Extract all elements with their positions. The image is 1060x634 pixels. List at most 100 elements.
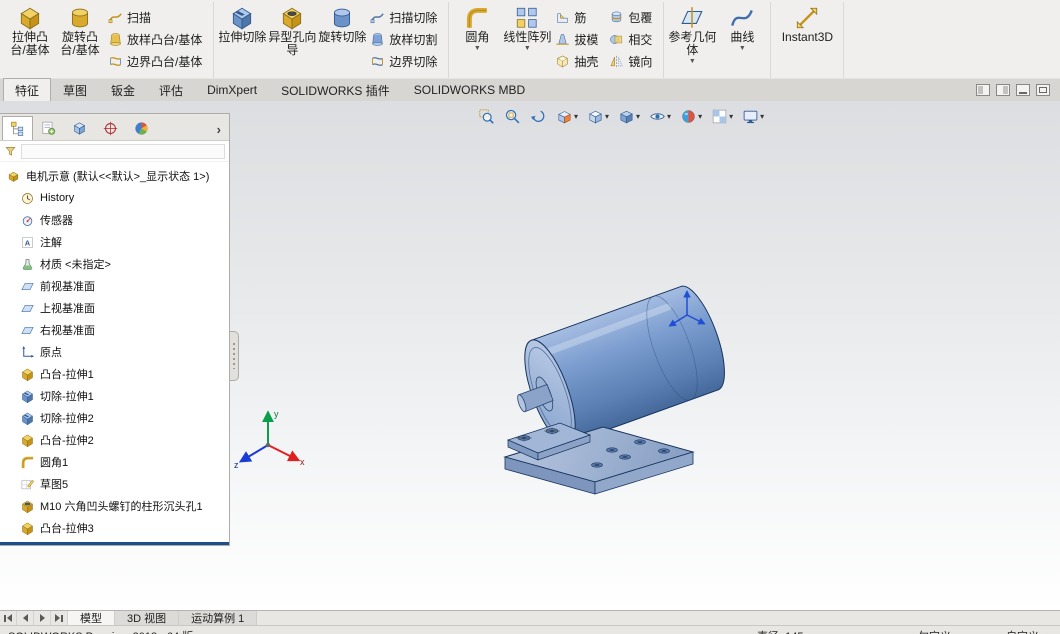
part-icon bbox=[6, 169, 21, 184]
loft-cut-button[interactable]: 放样切割 bbox=[367, 28, 445, 50]
feature-tree-item[interactable]: 凸台-拉伸1 bbox=[0, 363, 229, 385]
feature-tree-item[interactable]: 切除-拉伸1 bbox=[0, 385, 229, 407]
rollback-bar[interactable] bbox=[0, 542, 229, 545]
feature-tree-item[interactable]: 电机示意 (默认<<默认>_显示状态 1>) bbox=[0, 165, 229, 187]
feature-tree-item[interactable]: 原点 bbox=[0, 341, 229, 363]
pane-left-button[interactable] bbox=[976, 84, 990, 96]
motor-base[interactable] bbox=[503, 422, 695, 495]
button-label: Instant3D bbox=[781, 30, 834, 44]
dropdown-arrow-icon[interactable]: ▼ bbox=[474, 45, 481, 53]
boundary-cut-button[interactable]: 边界切除 bbox=[367, 50, 445, 72]
ribbon-tab-4[interactable]: 评估 bbox=[147, 78, 195, 101]
sweep-button[interactable]: 扫描 bbox=[105, 6, 210, 28]
sweep-cut-button[interactable]: 扫描切除 bbox=[367, 6, 445, 28]
feature-tree-item[interactable]: 材质 <未指定> bbox=[0, 253, 229, 275]
display-style-button[interactable]: ▾ bbox=[618, 108, 640, 125]
restore-button[interactable] bbox=[1036, 84, 1050, 96]
feature-tree-item[interactable]: 右视基准面 bbox=[0, 319, 229, 341]
dropdown-arrow-icon[interactable]: ▾ bbox=[605, 112, 609, 121]
ribbon-tab-6[interactable]: SOLIDWORKS 插件 bbox=[269, 78, 402, 101]
shell-button[interactable]: 抽壳 bbox=[552, 50, 606, 72]
display-manager-tab[interactable] bbox=[126, 116, 157, 140]
document-tab-3[interactable]: 运动算例 1 bbox=[179, 611, 258, 625]
revolve-boss-button[interactable]: 旋转凸台/基体 bbox=[55, 3, 105, 77]
document-tab-2[interactable]: 3D 视图 bbox=[115, 611, 180, 625]
panel-flyout-button[interactable]: › bbox=[211, 122, 227, 140]
configuration-manager-tab[interactable] bbox=[64, 116, 95, 140]
minimize-button[interactable] bbox=[1016, 84, 1030, 96]
dimxpert-manager-tab[interactable] bbox=[95, 116, 126, 140]
dropdown-arrow-icon[interactable]: ▾ bbox=[574, 112, 578, 121]
boundary-button[interactable]: 边界凸台/基体 bbox=[105, 50, 210, 72]
linear-pattern-button[interactable]: 线性阵列 ▼ bbox=[502, 3, 552, 77]
pane-right-button[interactable] bbox=[996, 84, 1010, 96]
view-orientation-icon bbox=[587, 108, 604, 125]
intersect-button[interactable]: 相交 bbox=[606, 28, 660, 50]
fm-tree-tab[interactable] bbox=[2, 116, 33, 140]
view-settings-button[interactable]: ▾ bbox=[742, 108, 764, 125]
dropdown-arrow-icon[interactable]: ▼ bbox=[689, 58, 696, 66]
fillet-button[interactable]: 圆角 ▼ bbox=[452, 3, 502, 77]
view-orientation-button[interactable]: ▾ bbox=[587, 108, 609, 125]
ribbon-tab-5[interactable]: DimXpert bbox=[195, 78, 269, 101]
ribbon-tab-2[interactable]: 草图 bbox=[51, 78, 99, 101]
button-label: 异型孔向导 bbox=[268, 30, 317, 57]
instant3d-button[interactable]: Instant3D bbox=[774, 3, 840, 77]
sheet-nav-prev-button[interactable] bbox=[17, 611, 34, 625]
previous-view-button[interactable] bbox=[530, 108, 547, 125]
zoom-area-button[interactable] bbox=[504, 108, 521, 125]
dropdown-arrow-icon[interactable]: ▾ bbox=[729, 112, 733, 121]
feature-tree-item[interactable]: M10 六角凹头螺钉的柱形沉头孔1 bbox=[0, 495, 229, 517]
document-tab-1[interactable]: 模型 bbox=[68, 611, 115, 625]
status-custom-toolbar[interactable]: 自定义 ▲ bbox=[1006, 628, 1050, 634]
apply-scene-button[interactable]: ▾ bbox=[711, 108, 733, 125]
property-manager-tab[interactable] bbox=[33, 116, 64, 140]
feature-tree-item[interactable]: 上视基准面 bbox=[0, 297, 229, 319]
appearance-button[interactable]: ▾ bbox=[680, 108, 702, 125]
cut-extrude-button[interactable]: 拉伸切除 bbox=[217, 3, 267, 77]
ribbon-tab-1[interactable]: 特征 bbox=[3, 78, 52, 101]
rib-button[interactable]: 筋 bbox=[552, 6, 606, 28]
panel-splitter[interactable] bbox=[230, 331, 239, 381]
feature-tree-item[interactable]: 草图5 bbox=[0, 473, 229, 495]
feature-tree-item[interactable]: 切除-拉伸2 bbox=[0, 407, 229, 429]
feature-tree-item[interactable]: 前视基准面 bbox=[0, 275, 229, 297]
wrap-button[interactable]: 包覆 bbox=[606, 6, 660, 28]
boss-extrude-button[interactable]: 拉伸凸台/基体 bbox=[5, 3, 55, 77]
revolve-cut-button[interactable]: 旋转切除 bbox=[317, 3, 367, 77]
dropdown-arrow-icon[interactable]: ▾ bbox=[760, 112, 764, 121]
plane-icon bbox=[20, 323, 35, 338]
feature-tree-item[interactable]: 传感器 bbox=[0, 209, 229, 231]
manager-tab-bar: › bbox=[0, 114, 229, 141]
ribbon-tab-3[interactable]: 钣金 bbox=[99, 78, 147, 101]
mirror-button[interactable]: 镜向 bbox=[606, 50, 660, 72]
reference-geometry-button[interactable]: 参考几何体 ▼ bbox=[667, 3, 717, 77]
feature-tree-item[interactable]: 圆角1 bbox=[0, 451, 229, 473]
dropdown-arrow-icon[interactable]: ▼ bbox=[524, 45, 531, 53]
sheet-nav-next-button[interactable] bbox=[34, 611, 51, 625]
zoom-fit-button[interactable] bbox=[478, 108, 495, 125]
motor-part[interactable] bbox=[503, 285, 725, 495]
dropdown-arrow-icon[interactable]: ▾ bbox=[667, 112, 671, 121]
curve-button[interactable]: 曲线 ▼ bbox=[717, 3, 767, 77]
ribbon-tab-7[interactable]: SOLIDWORKS MBD bbox=[402, 78, 537, 101]
hide-show-button[interactable]: ▾ bbox=[649, 108, 671, 125]
button-label: 参考几何体 bbox=[668, 30, 717, 57]
feature-tree-item[interactable]: History bbox=[0, 187, 229, 209]
sheet-nav-first-button[interactable] bbox=[0, 611, 17, 625]
feature-tree-item[interactable]: 凸台-拉伸3 bbox=[0, 517, 229, 539]
zoom-fit-icon bbox=[478, 108, 495, 125]
main-area: y x z ▾ ▾ ▾ ▾ ▾ ▾ ▾ › 电机示意 (默认<<默认>_显示状态 1>) Hi… bbox=[0, 101, 1060, 610]
dropdown-arrow-icon[interactable]: ▾ bbox=[636, 112, 640, 121]
dropdown-arrow-icon[interactable]: ▼ bbox=[739, 45, 746, 53]
dropdown-arrow-icon[interactable]: ▾ bbox=[698, 112, 702, 121]
section-view-button[interactable]: ▾ bbox=[556, 108, 578, 125]
loft-button[interactable]: 放样凸台/基体 bbox=[105, 28, 210, 50]
filter-funnel-icon[interactable] bbox=[4, 145, 17, 158]
feature-tree-item[interactable]: A 注解 bbox=[0, 231, 229, 253]
filter-input[interactable] bbox=[21, 143, 225, 159]
sheet-nav-last-button[interactable] bbox=[51, 611, 68, 625]
feature-tree-item[interactable]: 凸台-拉伸2 bbox=[0, 429, 229, 451]
draft-button[interactable]: 拔模 bbox=[552, 28, 606, 50]
hole-wizard-button[interactable]: 异型孔向导 bbox=[267, 3, 317, 77]
